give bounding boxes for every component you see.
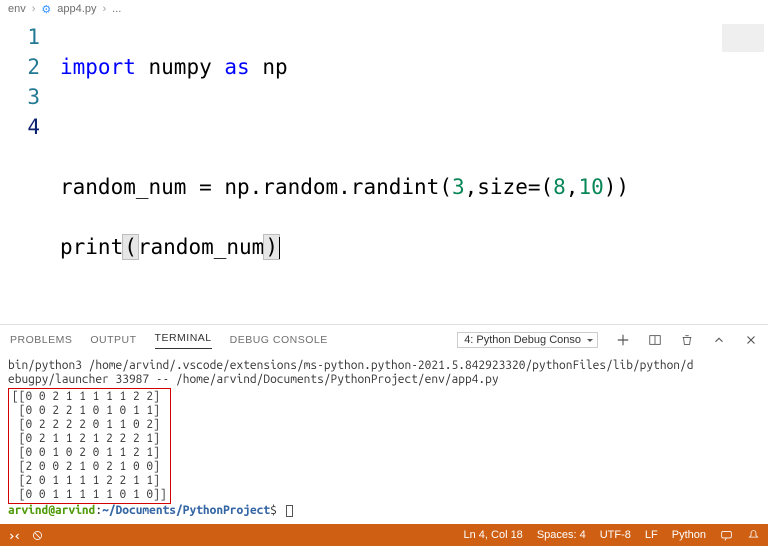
line-number: 4 — [0, 112, 40, 142]
breadcrumb: env › ⚙ app4.py › ... — [0, 0, 768, 18]
split-icon[interactable] — [648, 333, 662, 347]
output-row: [0 0 1 1 1 1 1 0 1 0]] — [12, 488, 167, 502]
bracket-match: ( — [122, 234, 139, 260]
output-row: [0 2 1 1 2 1 2 2 2 1] — [12, 432, 167, 446]
code-area[interactable]: import numpy as np random_num = np.rando… — [60, 18, 718, 324]
chevron-right-icon: › — [102, 3, 106, 15]
terminal-line: bin/python3 /home/arvind/.vscode/extensi… — [8, 359, 760, 373]
keyword-import: import — [60, 55, 136, 79]
minimap-region — [722, 24, 764, 52]
blank-line — [60, 112, 718, 142]
prompt-user: arvind@arvind — [8, 504, 95, 517]
bracket-match: ) — [263, 234, 280, 260]
output-row: [0 0 1 0 2 0 1 1 2 1] — [12, 446, 167, 460]
tab-terminal[interactable]: TERMINAL — [155, 332, 212, 349]
status-line-col[interactable]: Ln 4, Col 18 — [463, 529, 522, 541]
terminal-body[interactable]: bin/python3 /home/arvind/.vscode/extensi… — [0, 355, 768, 524]
terminal-prompt[interactable]: arvind@arvind:~/Documents/PythonProject$ — [8, 504, 760, 518]
line-number: 2 — [0, 52, 40, 82]
close-icon[interactable] — [744, 333, 758, 347]
breadcrumb-folder[interactable]: env — [8, 3, 26, 15]
text-cursor — [279, 237, 280, 259]
output-row: [2 0 0 2 1 0 2 1 0 0] — [12, 460, 167, 474]
alias-name: np — [262, 55, 287, 79]
tab-problems[interactable]: PROBLEMS — [10, 334, 72, 346]
output-row: [0 2 2 2 2 0 1 1 0 2] — [12, 418, 167, 432]
module-name: numpy — [149, 55, 212, 79]
status-encoding[interactable]: UTF-8 — [600, 529, 631, 541]
operator: = — [186, 175, 224, 199]
chevron-right-icon: › — [32, 3, 36, 15]
editor[interactable]: 1 2 3 4 import numpy as np random_num = … — [0, 18, 768, 324]
output-row: [0 0 2 2 1 0 1 0 1 1] — [12, 404, 167, 418]
plus-icon[interactable] — [616, 333, 630, 347]
chevron-up-icon[interactable] — [712, 333, 726, 347]
number-literal: 8 — [553, 175, 566, 199]
breadcrumb-file[interactable]: app4.py — [57, 3, 96, 15]
output-row: [2 0 1 1 1 1 2 2 1 1] — [12, 474, 167, 488]
bottom-panel: PROBLEMS OUTPUT TERMINAL DEBUG CONSOLE 4… — [0, 324, 768, 524]
prompt-path: ~/Documents/PythonProject — [102, 504, 270, 517]
output-row: [[0 0 2 1 1 1 1 1 2 2] — [12, 390, 167, 404]
panel-tabs: PROBLEMS OUTPUT TERMINAL DEBUG CONSOLE 4… — [0, 325, 768, 355]
trash-icon[interactable] — [680, 333, 694, 347]
feedback-icon[interactable] — [720, 529, 733, 542]
number-literal: 3 — [452, 175, 465, 199]
status-eol[interactable]: LF — [645, 529, 658, 541]
status-language[interactable]: Python — [672, 529, 706, 541]
terminal-line: ebugpy/launcher 33987 -- /home/arvind/Do… — [8, 373, 760, 387]
keyword-as: as — [224, 55, 249, 79]
remote-icon[interactable] — [8, 529, 21, 542]
line-number: 1 — [0, 22, 40, 52]
variable: random_num — [60, 175, 186, 199]
call-expr: np.random.randint — [224, 175, 439, 199]
status-bar: Ln 4, Col 18 Spaces: 4 UTF-8 LF Python — [0, 524, 768, 546]
breadcrumb-symbol[interactable]: ... — [112, 3, 121, 15]
tab-debug-console[interactable]: DEBUG CONSOLE — [230, 334, 328, 346]
highlighted-output: [[0 0 2 1 1 1 1 1 2 2] [0 0 2 2 1 0 1 0 … — [8, 388, 171, 504]
terminal-cursor — [286, 505, 293, 517]
builtin-print: print — [60, 235, 123, 259]
tab-output[interactable]: OUTPUT — [90, 334, 136, 346]
terminal-selector[interactable]: 4: Python Debug Conso — [457, 332, 598, 348]
number-literal: 10 — [578, 175, 603, 199]
argument: random_num — [138, 235, 264, 259]
minimap[interactable] — [718, 18, 768, 324]
no-problems-icon[interactable] — [31, 529, 44, 542]
status-spaces[interactable]: Spaces: 4 — [537, 529, 586, 541]
line-number: 3 — [0, 82, 40, 112]
bell-icon[interactable] — [747, 529, 760, 542]
line-number-gutter: 1 2 3 4 — [0, 18, 60, 324]
